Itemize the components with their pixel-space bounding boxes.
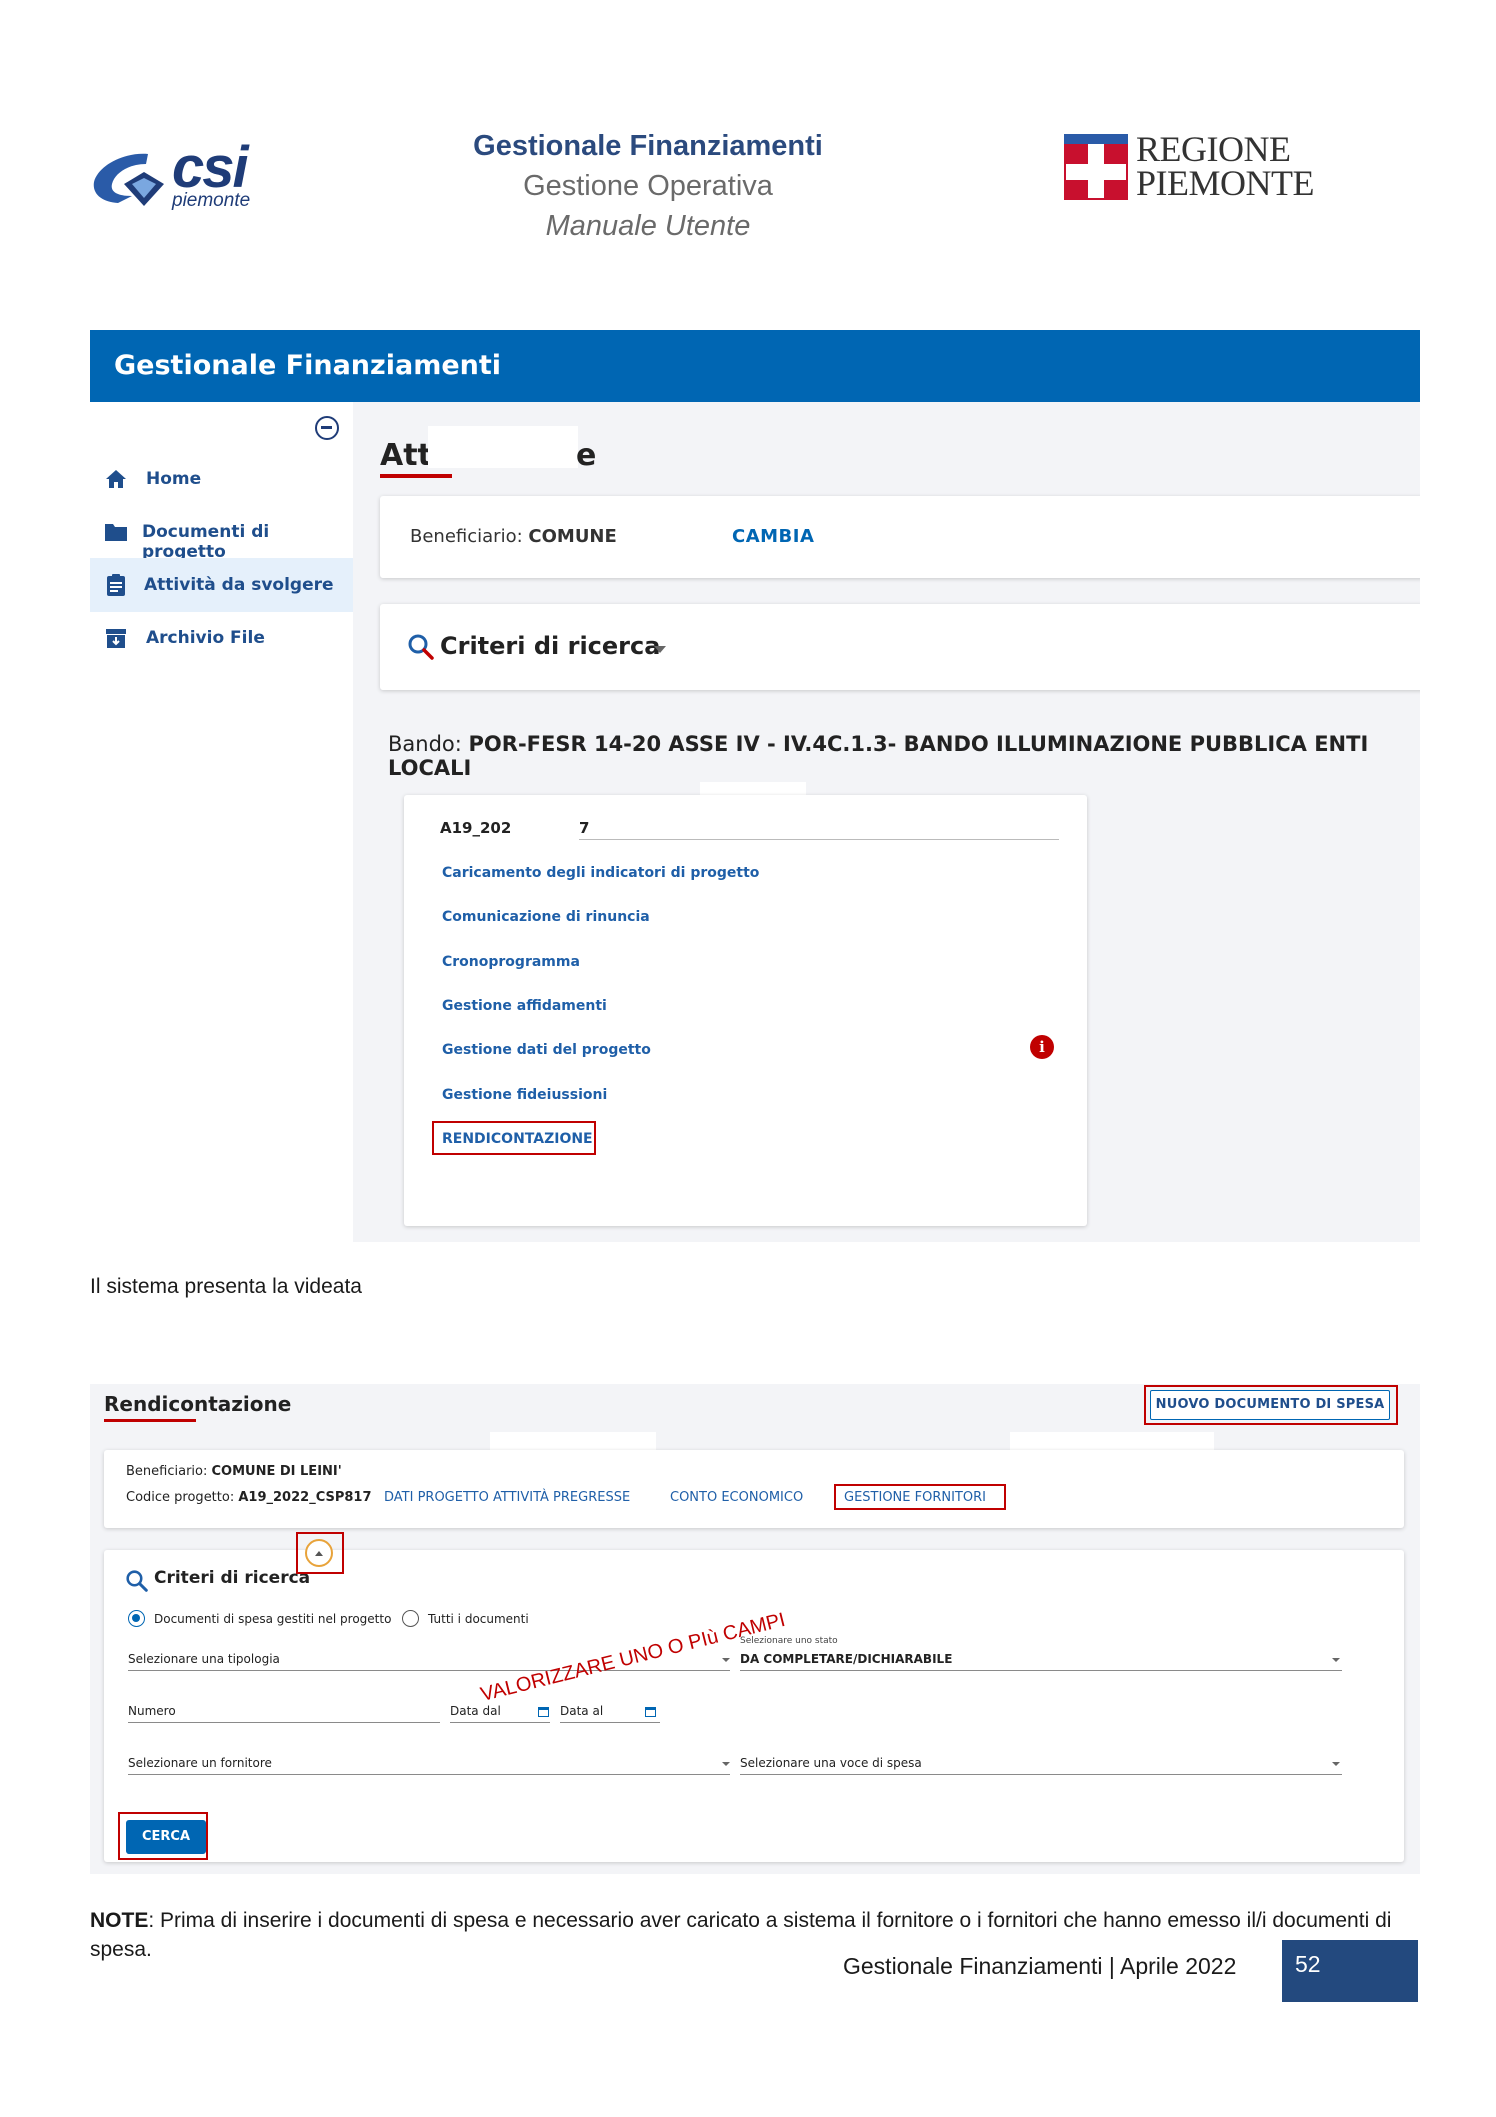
activity-link-cronoprogramma[interactable]: Cronoprogramma: [442, 954, 580, 970]
activity-link-affidamenti[interactable]: Gestione affidamenti: [442, 998, 607, 1014]
app-header-bar: Gestionale Finanziamenti: [90, 330, 1420, 402]
document-title-block: Gestionale Finanziamenti Gestione Operat…: [400, 126, 896, 246]
beneficiary-label: Beneficiario: COMUNE: [410, 526, 617, 547]
activity-link-dati-progetto[interactable]: Gestione dati del progetto: [442, 1042, 651, 1058]
activity-link-indicatori[interactable]: Caricamento degli indicatori di progetto: [442, 865, 759, 881]
activity-link-rinuncia[interactable]: Comunicazione di rinuncia: [442, 909, 650, 925]
expense-item-select[interactable]: Selezionare una voce di spesa: [740, 1756, 922, 1770]
project-code-label: Codice progetto: A19_2022_CSP817: [126, 1490, 372, 1505]
screenshot-attivita: Gestionale Finanziamenti Home Documenti …: [90, 330, 1420, 1242]
field-underline: [740, 1774, 1342, 1775]
home-icon: [106, 470, 126, 488]
highlight-box: [296, 1532, 344, 1574]
radio-documenti-progetto[interactable]: [128, 1610, 145, 1627]
document-subtitle: Gestione Operativa: [523, 170, 773, 202]
archive-icon: [106, 629, 126, 648]
state-select[interactable]: DA COMPLETARE/DICHIARABILE: [740, 1652, 952, 1666]
link-conto-economico[interactable]: CONTO ECONOMICO: [670, 1490, 803, 1505]
redaction-mask: [700, 782, 806, 796]
page-title-underline: [380, 474, 452, 478]
field-underline: [128, 1670, 730, 1671]
calendar-icon[interactable]: [645, 1707, 656, 1717]
body-text: Il sistema presenta la videata: [90, 1275, 362, 1298]
sidebar-item-label: Documenti di progetto: [142, 522, 270, 562]
project-code: A19_2021: [440, 819, 522, 837]
sidebar-item-label: Attività da svolgere: [144, 575, 334, 595]
document-manual-label: Manuale Utente: [545, 210, 751, 242]
beneficiary-card: Beneficiario: COMUNE CAMBIA: [380, 496, 1420, 578]
activity-link-fideiussioni[interactable]: Gestione fideiussioni: [442, 1087, 607, 1103]
main-content: Att e Beneficiario: COMUNE CAMBIA Criter…: [380, 402, 1420, 1242]
page-title-underline: [104, 1419, 196, 1422]
project-code-suffix: 7: [579, 819, 590, 837]
project-info-card: Beneficiario: COMUNE DI LEINI' Codice pr…: [104, 1450, 1404, 1528]
info-icon: i: [1030, 1035, 1054, 1059]
sidebar-item-label: Home: [146, 469, 202, 489]
field-underline: [128, 1722, 440, 1723]
field-underline: [128, 1774, 730, 1775]
calendar-icon[interactable]: [538, 1707, 549, 1717]
field-underline: [740, 1670, 1342, 1671]
beneficiary-label: Beneficiario: COMUNE DI LEINI': [126, 1464, 342, 1479]
link-dati-progetto-pregresse[interactable]: DATI PROGETTO ATTIVITÀ PREGRESSE: [384, 1490, 630, 1505]
page-number: 52: [1282, 1940, 1418, 2002]
highlight-box: [1144, 1385, 1398, 1425]
chevron-down-icon[interactable]: [1332, 1658, 1340, 1662]
field-underline: [560, 1722, 660, 1723]
screenshot-rendicontazione: Rendicontazione NUOVO DOCUMENTO DI SPESA…: [90, 1384, 1420, 1874]
folder-icon: [105, 524, 127, 541]
chevron-down-icon[interactable]: [722, 1762, 730, 1766]
page-title: Rendicontazione: [104, 1392, 292, 1416]
chevron-down-icon[interactable]: [1332, 1762, 1340, 1766]
search-icon: [126, 1570, 148, 1592]
redaction-mask: [490, 1432, 656, 1452]
page-title: Att: [380, 438, 432, 473]
date-to-input[interactable]: Data al: [560, 1704, 603, 1718]
regione-piemonte-logo: REGIONE PIEMONTE: [1064, 131, 1315, 204]
search-criteria-title: Criteri di ricerca: [154, 1568, 311, 1588]
highlight-box: [118, 1812, 208, 1860]
radio-label: Tutti i documenti: [428, 1612, 529, 1626]
footer-text: Gestionale Finanziamenti | Aprile 2022: [843, 1953, 1237, 1979]
date-from-input[interactable]: Data dal: [450, 1704, 501, 1718]
change-beneficiary-button[interactable]: CAMBIA: [732, 526, 814, 547]
sidebar-item-archivio[interactable]: Archivio File: [90, 611, 353, 665]
region-flag-icon: [1064, 134, 1128, 200]
collapse-sidebar-icon[interactable]: [315, 416, 339, 440]
divider: [579, 839, 1059, 840]
search-icon: [408, 634, 434, 660]
search-criteria-card: Criteri di ricerca: [104, 1550, 1404, 1862]
bando-text: Bando: POR-FESR 14-20 ASSE IV - IV.4C.1.…: [388, 732, 1369, 780]
sidebar-item-home[interactable]: Home: [90, 452, 353, 506]
csi-logo-subtext: piemonte: [172, 190, 251, 211]
radio-label: Documenti di spesa gestiti nel progetto: [154, 1612, 392, 1626]
field-underline: [450, 1722, 550, 1723]
app-title: Gestionale Finanziamenti: [114, 350, 502, 381]
highlight-box: [432, 1121, 596, 1155]
sidebar-item-label: Archivio File: [146, 628, 265, 648]
search-criteria-card[interactable]: Criteri di ricerca: [380, 604, 1420, 690]
number-input[interactable]: Numero: [128, 1704, 176, 1718]
redaction-mask: [1010, 1432, 1214, 1452]
clipboard-icon: [107, 574, 125, 596]
supplier-select[interactable]: Selezionare un fornitore: [128, 1756, 272, 1770]
sidebar: Home Documenti di progetto Attività da s…: [90, 402, 353, 1242]
page-title-end: e: [576, 438, 597, 473]
redaction-mask: [512, 815, 562, 835]
chevron-down-icon[interactable]: [654, 646, 666, 653]
highlight-box: [834, 1484, 1006, 1510]
redaction-mask: [428, 426, 578, 468]
type-select[interactable]: Selezionare una tipologia: [128, 1652, 280, 1666]
document-header: csi piemonte Gestionale Finanziamenti Ge…: [0, 0, 1496, 260]
csi-swoosh-icon: [93, 153, 164, 206]
sidebar-item-attivita[interactable]: Attività da svolgere: [90, 558, 353, 612]
document-title: Gestionale Finanziamenti: [473, 130, 823, 162]
region-logo-text: REGIONE PIEMONTE: [1136, 129, 1315, 203]
sidebar-item-documenti[interactable]: Documenti di progetto: [90, 505, 353, 562]
project-card: A19_2021 7 Caricamento degli indicatori …: [404, 795, 1087, 1226]
search-criteria-title: Criteri di ricerca: [440, 632, 661, 660]
radio-tutti-documenti[interactable]: [402, 1610, 419, 1627]
chevron-down-icon[interactable]: [722, 1658, 730, 1662]
csi-piemonte-logo: csi piemonte: [88, 135, 268, 218]
